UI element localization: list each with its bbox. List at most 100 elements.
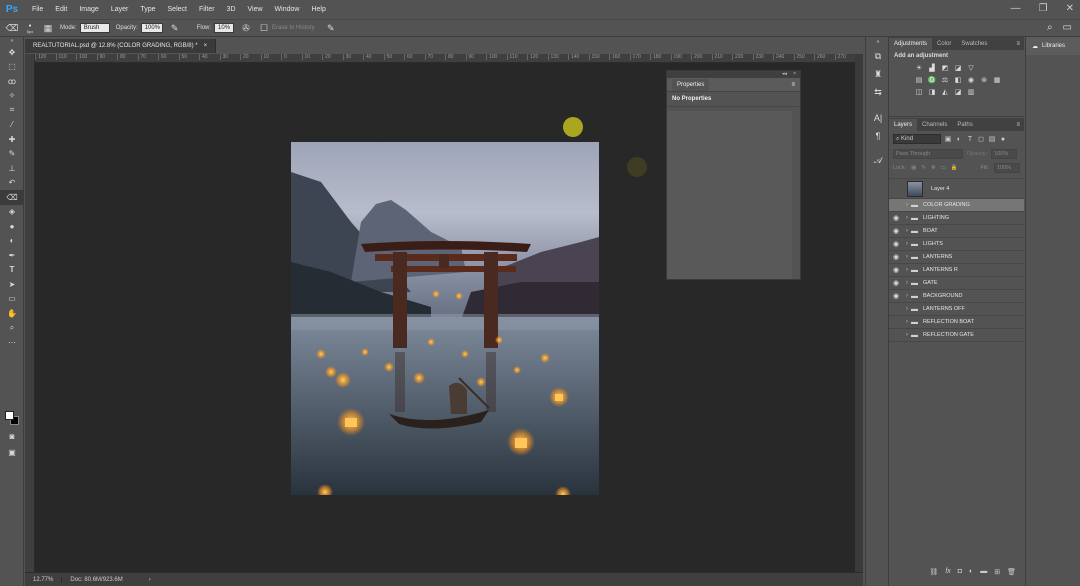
- path-select-tool-icon[interactable]: ➤: [0, 277, 24, 292]
- paint-bucket-tool-icon[interactable]: ◈: [0, 205, 24, 220]
- filter-pixel-icon[interactable]: ▣: [944, 135, 952, 143]
- document-tab[interactable]: REALTUTORIAL.psd @ 12.8% (COLOR GRADING,…: [25, 39, 217, 53]
- brush-panel-icon[interactable]: ▦: [42, 22, 54, 34]
- filter-type-icon[interactable]: T: [966, 135, 974, 143]
- expand-group-icon[interactable]: ›: [903, 241, 911, 247]
- brightness-icon[interactable]: ☀: [915, 64, 923, 72]
- menu-edit[interactable]: Edit: [49, 6, 73, 13]
- blur-tool-icon[interactable]: ●: [0, 219, 24, 234]
- glyphs-icon[interactable]: 𝒜: [866, 151, 890, 169]
- shape-tool-icon[interactable]: ▭: [0, 292, 24, 307]
- brush-preset-icon[interactable]: ● 5px: [24, 22, 36, 34]
- lock-position-icon[interactable]: ✥: [931, 165, 936, 171]
- quick-mask-icon[interactable]: ◙: [0, 429, 24, 444]
- layer-row-reflection-gate[interactable]: ◉ › ▬ REFLECTION GATE: [889, 329, 1024, 342]
- checkbox-icon[interactable]: ☐: [258, 22, 270, 34]
- search-icon[interactable]: ⌕: [1047, 22, 1053, 33]
- menu-window[interactable]: Window: [269, 6, 306, 13]
- tab-layers[interactable]: Layers: [889, 119, 918, 131]
- layer-row-lights[interactable]: ◉ › ▬ LIGHTS: [889, 238, 1024, 251]
- character-icon[interactable]: A|: [866, 109, 890, 127]
- visibility-toggle-icon[interactable]: ◉: [889, 331, 903, 339]
- lasso-tool-icon[interactable]: ꝏ: [0, 74, 24, 89]
- expand-group-icon[interactable]: ›: [903, 319, 911, 325]
- layer-opacity-input[interactable]: 100%: [991, 149, 1018, 159]
- opacity-input[interactable]: 100%: [140, 23, 163, 33]
- expand-group-icon[interactable]: ›: [903, 215, 911, 221]
- history-icon[interactable]: ♜: [866, 65, 890, 83]
- visibility-toggle-icon[interactable]: ◉: [889, 292, 903, 300]
- pressure-opacity-icon[interactable]: ✎: [169, 22, 181, 34]
- history-brush-tool-icon[interactable]: ↶: [0, 176, 24, 191]
- menu-file[interactable]: File: [26, 6, 49, 13]
- mode-select[interactable]: Brush: [79, 23, 110, 33]
- airbrush-icon[interactable]: ✇: [240, 22, 252, 34]
- threshold-icon[interactable]: ◭: [941, 88, 949, 96]
- layer-row-layer-4[interactable]: 👁 Layer 4: [889, 179, 1024, 199]
- kind-filter-select[interactable]: ⌕ Kind: [893, 134, 941, 144]
- panel-menu-icon[interactable]: ≡: [786, 79, 800, 91]
- paragraph-icon[interactable]: ¶: [866, 127, 890, 145]
- layer-row-background[interactable]: ◉ › ▬ BACKGROUND: [889, 290, 1024, 303]
- menu-type[interactable]: Type: [134, 6, 161, 13]
- gradient-icon[interactable]: ▥: [967, 88, 975, 96]
- levels-icon[interactable]: ▟: [928, 64, 936, 72]
- visibility-toggle-icon[interactable]: 👁: [889, 201, 903, 209]
- new-adjustment-icon[interactable]: ◐: [969, 568, 973, 580]
- tab-adjustments[interactable]: Adjustments: [889, 38, 933, 50]
- menu-3d[interactable]: 3D: [221, 6, 242, 13]
- eraser-tool-icon[interactable]: ⌫: [0, 190, 24, 205]
- selective-color-icon[interactable]: ◪: [954, 88, 962, 96]
- visibility-toggle-icon[interactable]: ◉: [889, 318, 903, 326]
- color-balance-icon[interactable]: ⚖: [941, 76, 949, 84]
- libraries-tab[interactable]: ☁ Libraries: [1026, 37, 1080, 55]
- expand-group-icon[interactable]: ›: [903, 332, 911, 338]
- visibility-toggle-icon[interactable]: 👁: [889, 185, 903, 193]
- layer-row-lighting[interactable]: ◉ › ▬ LIGHTING: [889, 212, 1024, 225]
- lock-all-icon[interactable]: 🔒: [951, 165, 958, 171]
- color-lookup-icon[interactable]: ▦: [993, 76, 1001, 84]
- hand-tool-icon[interactable]: ✋: [0, 306, 24, 321]
- tab-color[interactable]: Color: [932, 38, 956, 50]
- add-mask-icon[interactable]: ◘: [958, 568, 962, 580]
- blend-mode-select[interactable]: Pass Through: [893, 149, 963, 159]
- expand-group-icon[interactable]: ›: [903, 293, 911, 299]
- fx-icon[interactable]: fx: [945, 568, 950, 580]
- libraries-icon[interactable]: ⧉: [866, 47, 890, 65]
- erase-to-history-label[interactable]: Erase to History: [272, 25, 315, 31]
- expand-group-icon[interactable]: ›: [903, 267, 911, 273]
- collapse-panel-icon[interactable]: ◂◂: [782, 71, 787, 78]
- visibility-toggle-icon[interactable]: ◉: [889, 279, 903, 287]
- workspace-icon[interactable]: ▭: [1063, 22, 1072, 33]
- exposure-icon[interactable]: ◪: [954, 64, 962, 72]
- menu-layer[interactable]: Layer: [105, 6, 135, 13]
- expand-group-icon[interactable]: ›: [903, 306, 911, 312]
- lock-pixels-icon[interactable]: ✎: [921, 165, 926, 171]
- pressure-size-icon[interactable]: ✎: [325, 22, 337, 34]
- visibility-toggle-icon[interactable]: ◉: [889, 240, 903, 248]
- screen-mode-icon[interactable]: ▣: [0, 445, 24, 460]
- expand-group-icon[interactable]: ›: [903, 202, 911, 208]
- lock-artboard-icon[interactable]: ▭: [941, 165, 946, 171]
- brush-tool-icon[interactable]: ✎: [0, 147, 24, 162]
- expand-group-icon[interactable]: ›: [903, 254, 911, 260]
- zoom-tool-icon[interactable]: ⌕: [0, 321, 24, 336]
- menu-image[interactable]: Image: [73, 6, 104, 13]
- layer-row-boat[interactable]: ◉ › ▬ BOAT: [889, 225, 1024, 238]
- filter-smart-icon[interactable]: ▤: [988, 135, 996, 143]
- layer-row-color-grading[interactable]: 👁 › ▬ COLOR GRADING: [889, 199, 1024, 212]
- panel-menu-icon[interactable]: ≡: [1011, 119, 1024, 131]
- filter-shape-icon[interactable]: ◻: [977, 135, 985, 143]
- zoom-level[interactable]: 12.77%: [25, 577, 61, 583]
- layer-row-lanterns[interactable]: ◉ › ▬ LANTERNS: [889, 251, 1024, 264]
- tab-channels[interactable]: Channels: [917, 119, 952, 131]
- quick-select-tool-icon[interactable]: ✧: [0, 89, 24, 104]
- gradient-map-icon[interactable]: ▽: [967, 64, 975, 72]
- collapse-icon[interactable]: »: [0, 37, 24, 45]
- photo-filter-icon[interactable]: ◉: [967, 76, 975, 84]
- fill-input[interactable]: 100%: [994, 163, 1020, 173]
- channel-mixer-icon[interactable]: ⊛: [980, 76, 988, 84]
- properties-tab[interactable]: Properties ≡: [667, 78, 800, 92]
- posterize-icon[interactable]: ◨: [928, 88, 936, 96]
- close-panel-icon[interactable]: ×: [793, 71, 796, 78]
